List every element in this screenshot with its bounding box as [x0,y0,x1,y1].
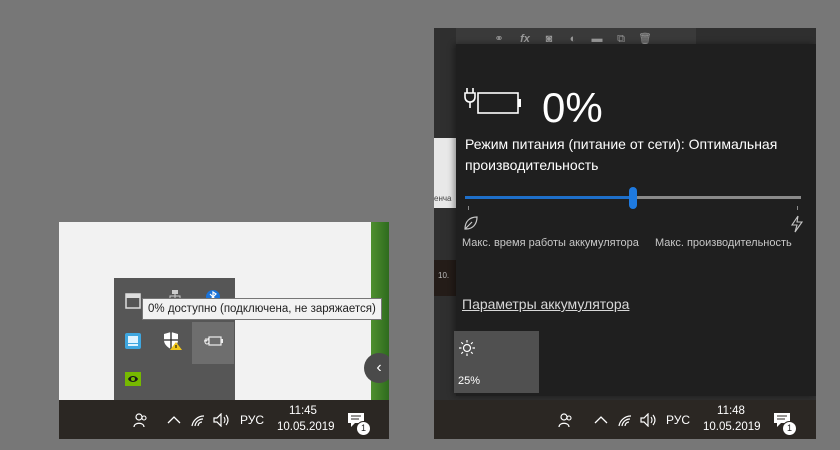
volume-icon[interactable] [638,400,660,439]
brightness-tile[interactable]: 25% [454,331,539,393]
brightness-icon [459,340,475,356]
left-screenshot: 0% доступно (подключена, не заряжается) … [59,222,389,439]
slider-label-performance: Макс. производительность [655,237,792,249]
slider-track-filled [465,196,633,199]
clock[interactable]: 11:45 10.05.2019 [277,403,335,435]
language-indicator[interactable]: РУС [237,400,267,439]
power-mode-text: Режим питания (питание от сети): Оптимал… [465,136,778,173]
clock-time: 11:45 [289,405,317,417]
slider-track-empty [637,196,801,199]
battery-settings-link[interactable]: Параметры аккумулятора [462,296,629,312]
slider-tick [468,206,469,210]
leaf-icon [464,216,478,230]
tray-overflow-panel [114,278,235,400]
chevron-up-icon[interactable] [163,400,185,439]
background-date-fragment: 10. [438,271,450,280]
battery-plug-icon [464,88,521,114]
notification-badge: 1 [356,421,371,436]
slider-tick [797,206,798,210]
app-tray-icon[interactable] [122,330,144,352]
language-indicator[interactable]: РУС [663,400,693,439]
right-screenshot: енча 10. ⚭ fx ◙ ◐ ▬ ⧉ 🗑 0% Режим питания… [434,28,816,439]
brightness-value: 25% [458,375,481,387]
wifi-icon[interactable] [187,400,209,439]
taskbar: РУС 11:48 10.05.2019 1 [434,400,816,439]
lightning-icon [790,215,804,233]
chevron-up-icon[interactable] [590,400,612,439]
volume-icon[interactable] [211,400,233,439]
clock-date: 10.05.2019 [277,421,335,433]
people-icon[interactable] [129,400,153,439]
chevron-left-icon[interactable]: ‹ [364,353,389,383]
clock-date: 10.05.2019 [703,421,761,433]
battery-tooltip: 0% доступно (подключена, не заряжается) [142,298,382,320]
background-text-fragment: енча [434,194,452,203]
battery-percentage: 0% [542,84,603,131]
taskbar: РУС 11:45 10.05.2019 1 [59,400,389,439]
window-icon[interactable] [122,290,144,312]
wifi-icon[interactable] [614,400,636,439]
nvidia-icon[interactable] [122,368,144,390]
battery-plug-icon[interactable] [202,330,224,352]
clock[interactable]: 11:48 10.05.2019 [703,403,761,435]
slider-thumb[interactable] [629,187,637,209]
slider-label-battery-life: Макс. время работы аккумулятора [462,237,639,249]
clock-time: 11:48 [717,405,745,417]
power-mode-slider[interactable] [465,187,801,210]
security-warning-icon[interactable] [162,330,184,352]
people-icon[interactable] [554,400,578,439]
notification-badge: 1 [782,421,797,436]
